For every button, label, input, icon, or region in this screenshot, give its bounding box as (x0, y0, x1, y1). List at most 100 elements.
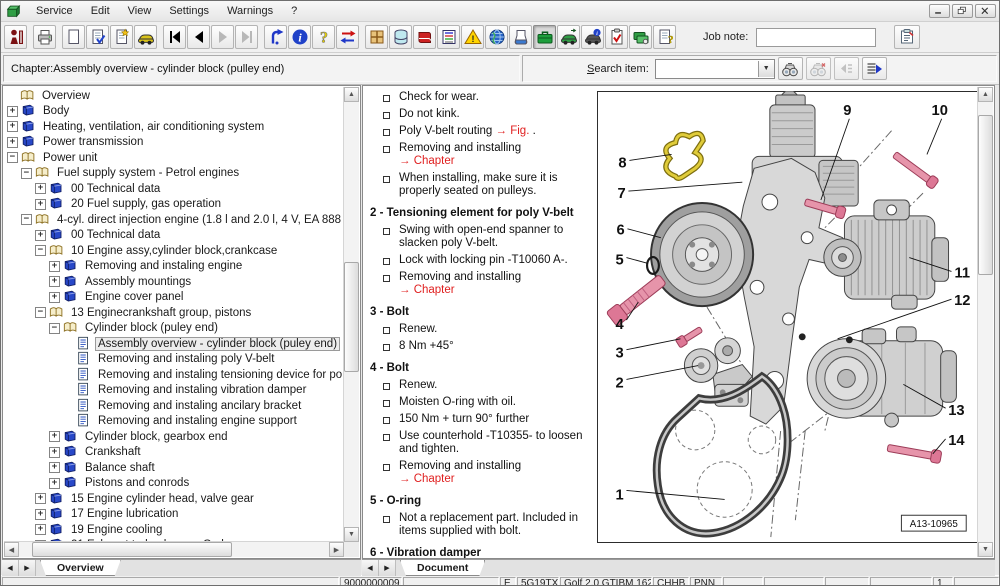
tree-item-label[interactable]: Heating, ventilation, air conditioning s… (40, 121, 267, 133)
tree-item-label[interactable]: 20 Fuel supply, gas operation (68, 198, 224, 210)
restore-button[interactable] (952, 4, 973, 18)
tree-item-label[interactable]: Engine cover panel (82, 291, 186, 303)
tree-item[interactable]: + Heating, ventilation, air conditioning … (3, 119, 344, 135)
tree-item-label[interactable]: Body (40, 105, 72, 117)
job-note-button[interactable] (894, 25, 921, 49)
tree-item-label[interactable]: Removing and instaling tensioning device… (95, 369, 344, 381)
nav-first-button[interactable] (163, 25, 186, 49)
tree-item[interactable]: + Crankshaft (3, 445, 344, 461)
tree-item-label[interactable]: 19 Engine cooling (68, 524, 165, 536)
tree-item-label[interactable]: Power transmission (40, 136, 146, 148)
tree-item-label[interactable]: 00 Technical data (68, 183, 163, 195)
tree-item-label[interactable]: 13 Enginecrankshaft group, pistons (68, 307, 254, 319)
tree-item[interactable]: +00 Technical data (3, 181, 344, 197)
scroll-down-icon[interactable]: ▼ (978, 542, 993, 557)
chevron-down-icon[interactable]: ▼ (757, 60, 774, 77)
minimize-button[interactable] (929, 4, 950, 18)
tree-item[interactable]: +15 Engine cylinder head, valve gear (3, 491, 344, 507)
expand-icon[interactable]: + (49, 276, 60, 288)
tab-scroll-right-icon[interactable]: ▶ (19, 560, 36, 576)
collapse-icon[interactable]: − (21, 214, 32, 226)
tree-item-label[interactable]: 4-cyl. direct injection engine (1.8 l an… (54, 214, 344, 226)
help-button[interactable]: ? (312, 25, 335, 49)
tree-item-label[interactable]: 10 Engine assy,cylinder block,crankcase (68, 245, 280, 257)
tab-overview[interactable]: Overview (40, 560, 121, 576)
tree-vscroll-thumb[interactable] (344, 262, 359, 372)
tree-item[interactable]: − Fuel supply system - Petrol engines (3, 166, 344, 182)
globe-button[interactable] (485, 25, 508, 49)
collapse-icon[interactable]: − (35, 307, 46, 319)
manual-button[interactable] (413, 25, 436, 49)
menu-edit[interactable]: Edit (82, 3, 119, 19)
tree-item-label[interactable]: 15 Engine cylinder head, valve gear (68, 493, 257, 505)
document-vertical-scrollbar[interactable]: ▲ ▼ (977, 87, 993, 557)
tree-item[interactable]: Removing and instaling tensioning device… (3, 367, 344, 383)
doc-link[interactable]: → Chapter (399, 284, 455, 296)
expand-icon[interactable]: + (35, 493, 46, 505)
nav-last-button[interactable] (235, 25, 258, 49)
tree-item-label[interactable]: Overview (39, 90, 93, 102)
tree-item[interactable]: Removing and instaling ancilary bracket (3, 398, 344, 414)
job-note-input[interactable] (756, 27, 877, 47)
expand-icon[interactable]: + (35, 508, 46, 520)
tree-item[interactable]: + Removing and instaling engine (3, 259, 344, 275)
tab-document[interactable]: Document (400, 560, 485, 576)
doc-help-button[interactable]: ? (653, 25, 676, 49)
collapse-icon[interactable]: − (49, 322, 60, 334)
tree-item-label[interactable]: 00 Technical data (68, 229, 163, 241)
collapse-icon[interactable]: − (35, 245, 46, 257)
menu-help[interactable]: ? (282, 3, 306, 19)
tree-item-label[interactable]: Removing and instaling engine (82, 260, 245, 272)
warning-button[interactable]: ! (461, 25, 484, 49)
list-button[interactable] (437, 25, 460, 49)
doc-link[interactable]: → Chapter (399, 155, 455, 167)
tree-item[interactable]: + Balance shaft (3, 460, 344, 476)
tree-item-label[interactable]: Pistons and conrods (82, 477, 192, 489)
tree-item[interactable]: Removing and instaling poly V-belt (3, 352, 344, 368)
tree-item-label[interactable]: Cylinder block (puley end) (82, 322, 221, 334)
tree-item-label[interactable]: Crankshaft (82, 446, 144, 458)
tree-item-label[interactable]: Assembly overview - cylinder block (pule… (95, 336, 341, 351)
tree-item-label[interactable]: Removing and instaling engine support (95, 415, 300, 427)
expand-icon[interactable]: + (49, 462, 60, 474)
doc-vscroll-thumb[interactable] (978, 115, 993, 275)
tree-item[interactable]: − 13 Enginecrankshaft group, pistons (3, 305, 344, 321)
tree-item[interactable]: +17 Engine lubrication (3, 507, 344, 523)
expand-icon[interactable]: + (7, 121, 18, 133)
edit-document-button[interactable] (86, 25, 109, 49)
tree-item[interactable]: Removing and instaling engine support (3, 414, 344, 430)
vehicle-info-button[interactable]: i (581, 25, 604, 49)
expand-icon[interactable]: + (49, 260, 60, 272)
tree-item-label[interactable]: Removing and instaling poly V-belt (95, 353, 277, 365)
close-button[interactable] (975, 4, 996, 18)
tree-item[interactable]: − 10 Engine assy,cylinder block,crankcase (3, 243, 344, 259)
cards-button[interactable] (629, 25, 652, 49)
search-next-button[interactable] (805, 57, 831, 80)
menu-service[interactable]: Service (27, 3, 82, 19)
vehicle-data-button[interactable] (134, 25, 157, 49)
database-button[interactable] (389, 25, 412, 49)
tree-horizontal-scrollbar[interactable]: ◀ ▶ (4, 541, 344, 557)
info-button[interactable]: i (288, 25, 311, 49)
tree-item[interactable]: Removing and instaling vibration damper (3, 383, 344, 399)
collapse-icon[interactable]: − (7, 152, 18, 164)
tree-item[interactable]: Overview (3, 88, 344, 104)
expand-icon[interactable]: + (35, 524, 46, 536)
collapse-icon[interactable]: − (21, 167, 32, 179)
eco-car-button[interactable] (557, 25, 580, 49)
tab-scroll-left-icon[interactable]: ◀ (362, 560, 379, 576)
search-combobox[interactable]: ▼ (654, 58, 775, 79)
tree-item-label[interactable]: Fuel supply system - Petrol engines (54, 167, 242, 179)
tree-vertical-scrollbar[interactable]: ▲ ▼ (343, 87, 359, 542)
exit-button[interactable] (4, 25, 27, 49)
toolbox-button[interactable] (533, 25, 556, 49)
swap-button[interactable] (336, 25, 359, 49)
tree-item[interactable]: + Body (3, 104, 344, 120)
expand-icon[interactable]: + (35, 198, 46, 210)
new-document-button[interactable] (62, 25, 85, 49)
tree-item-label[interactable]: Assembly mountings (82, 276, 194, 288)
tree-item[interactable]: + Engine cover panel (3, 290, 344, 306)
scroll-up-icon[interactable]: ▲ (344, 87, 359, 102)
search-button[interactable] (777, 57, 803, 80)
return-button[interactable] (264, 25, 287, 49)
